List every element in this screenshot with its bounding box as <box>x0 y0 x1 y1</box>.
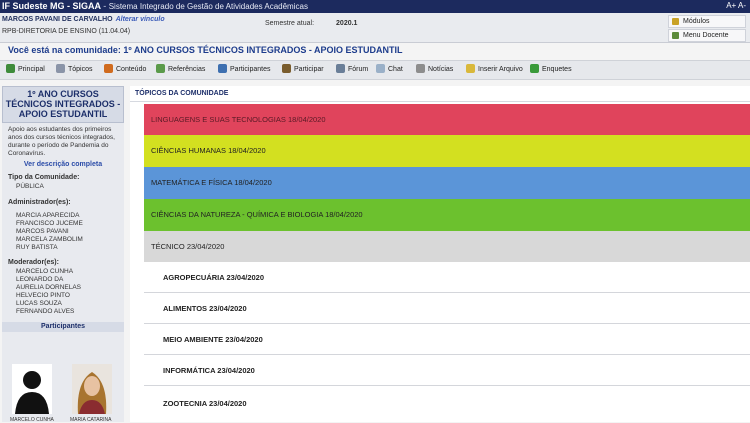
modules-icon <box>672 18 679 25</box>
community-title: 1º ANO CURSOS TÉCNICOS INTEGRADOS - APOI… <box>2 86 124 123</box>
full-description-link[interactable]: Ver descrição completa <box>2 161 124 168</box>
user-bar: MARCOS PAVANI DE CARVALHO Alterar vínculo… <box>0 13 750 43</box>
participants-icon <box>218 64 227 73</box>
moderator-name: LEONARDO DA <box>16 276 64 283</box>
subtopic-row[interactable]: AGROPECUÁRIA 23/04/2020 <box>144 262 750 293</box>
person-silhouette-icon <box>12 364 52 414</box>
nav-conteudo[interactable]: Conteúdo <box>104 64 146 73</box>
mods-label: Moderador(es): <box>8 259 59 266</box>
moderator-name: FERNANDO ALVES <box>16 308 75 315</box>
content-icon <box>104 64 113 73</box>
participant-name: MARIA CATARINA <box>70 417 112 423</box>
topic-row[interactable]: CIÊNCIAS HUMANAS 18/04/2020 <box>144 135 750 167</box>
nav-participantes[interactable]: Participantes <box>218 64 270 73</box>
admins-label: Administrador(es): <box>8 199 71 206</box>
nav-enquetes[interactable]: Enquetes <box>530 64 572 73</box>
poll-icon <box>530 64 539 73</box>
topics-header: TÓPICOS DA COMUNIDADE <box>130 86 750 102</box>
mods-list: MARCELO CUNHA LEONARDO DA AURELIA DORNEL… <box>2 268 124 316</box>
join-icon <box>282 64 291 73</box>
admin-name: MARCOS PAVANI <box>16 228 69 235</box>
nav-topicos[interactable]: Tópicos <box>56 64 93 73</box>
moderator-name: MARCELO CUNHA <box>16 268 74 275</box>
admins-list: MARCIA APARECIDA FRANCISCO JUCEME MARCOS… <box>2 208 124 252</box>
news-icon <box>416 64 425 73</box>
modules-link[interactable]: Módulos <box>668 15 746 28</box>
forum-icon <box>336 64 345 73</box>
user-unit: RPB-DIRETORIA DE ENSINO (11.04.04) <box>2 28 131 35</box>
subtopic-row[interactable]: MEIO AMBIENTE 23/04/2020 <box>144 324 750 355</box>
community-banner: Você está na comunidade: 1º ANO CURSOS T… <box>8 45 403 55</box>
participants-header: Participantes <box>2 322 124 332</box>
subtopic-row[interactable]: ALIMENTOS 23/04/2020 <box>144 293 750 324</box>
change-link[interactable]: Alterar vínculo <box>116 16 165 23</box>
community-toolbar: Principal Tópicos Conteúdo Referências P… <box>0 60 750 80</box>
nav-referencias[interactable]: Referências <box>156 64 205 73</box>
system-fullname: Sistema Integrado de Gestão de Atividade… <box>108 2 308 11</box>
topics-icon <box>56 64 65 73</box>
moderator-name: LUCAS SOUZA <box>16 300 62 307</box>
network-icon <box>672 32 679 39</box>
references-icon <box>156 64 165 73</box>
topic-row[interactable]: MATEMÁTICA E FÍSICA 18/04/2020 <box>144 167 750 199</box>
home-icon <box>6 64 15 73</box>
type-label: Tipo da Comunidade: <box>8 174 80 181</box>
topic-row[interactable]: LINGUAGENS E SUAS TECNOLOGIAS 18/04/2020 <box>144 104 750 135</box>
community-description: Apoio aos estudantes dos primeiros anos … <box>8 126 115 157</box>
system-title: IF Sudeste MG - SIGAA - Sistema Integrad… <box>2 1 308 11</box>
nav-chat[interactable]: Chat <box>376 64 403 73</box>
participant-name: MARCELO CUNHA <box>10 417 54 423</box>
participant-photo-icon <box>72 364 112 414</box>
file-icon <box>466 64 475 73</box>
nav-principal[interactable]: Principal <box>6 64 45 73</box>
nav-participar[interactable]: Participar <box>282 64 324 73</box>
admin-name: MARCIA APARECIDA <box>16 212 80 219</box>
admin-name: MARCELA ZAMBOLIM <box>16 236 83 243</box>
chat-icon <box>376 64 385 73</box>
topic-row[interactable]: TÉCNICO 23/04/2020 <box>144 231 750 262</box>
participant-avatar[interactable] <box>72 364 112 414</box>
system-bar: IF Sudeste MG - SIGAA - Sistema Integrad… <box>0 0 750 13</box>
quick-links: Módulos Menu Docente <box>668 15 746 43</box>
admin-name: FRANCISCO JUCEME <box>16 220 83 227</box>
moderator-name: AURELIA DORNELAS <box>16 284 82 291</box>
semester-info: Semestre atual: 2020.1 <box>265 20 358 27</box>
topic-row[interactable]: CIÊNCIAS DA NATUREZA - QUÍMICA E BIOLOGI… <box>144 199 750 231</box>
subtopic-row[interactable]: ZOOTECNIA 23/04/2020 <box>144 386 750 422</box>
subtopic-row[interactable]: INFORMÁTICA 23/04/2020 <box>144 355 750 386</box>
user-name-line: MARCOS PAVANI DE CARVALHO Alterar vínculo <box>2 16 165 23</box>
type-value: PÚBLICA <box>16 183 44 190</box>
semester-value: 2020.1 <box>336 20 358 27</box>
nav-noticias[interactable]: Notícias <box>416 64 453 73</box>
admin-name: RUY BATISTA <box>16 244 58 251</box>
moderator-name: HELVECIO PINTO <box>16 292 70 299</box>
nav-forum[interactable]: Fórum <box>336 64 368 73</box>
participant-avatar[interactable] <box>12 364 52 414</box>
teacher-menu-link[interactable]: Menu Docente <box>668 29 746 42</box>
font-size-controls[interactable]: A+ A- <box>726 1 746 10</box>
nav-inserir-arquivo[interactable]: Inserir Arquivo <box>466 64 523 73</box>
